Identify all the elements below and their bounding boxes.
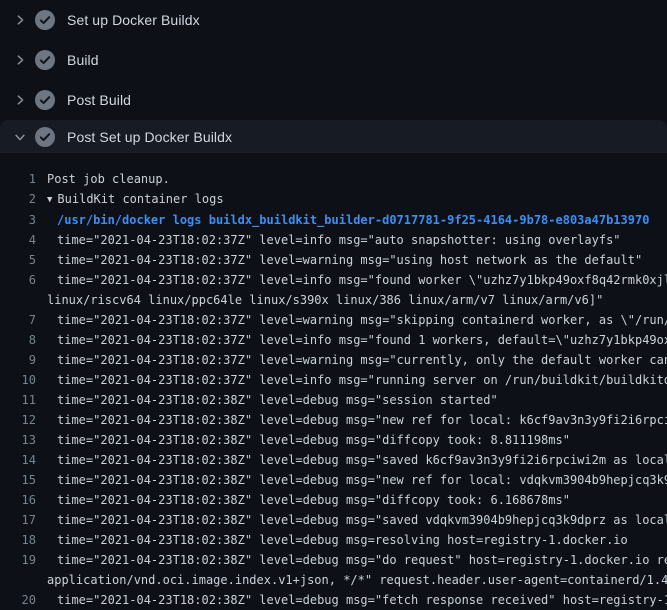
log-line: 16time="2021-04-23T18:02:38Z" level=debu… [0,490,667,510]
log-text: time="2021-04-23T18:02:37Z" level=info m… [47,370,667,390]
log-line: 4time="2021-04-23T18:02:37Z" level=info … [0,230,667,250]
log-line-number[interactable]: 9 [0,350,47,370]
log-line: 6time="2021-04-23T18:02:37Z" level=info … [0,270,667,290]
log-line: 17time="2021-04-23T18:02:38Z" level=debu… [0,510,667,530]
log-text: time="2021-04-23T18:02:38Z" level=debug … [47,450,667,470]
log-line: 10time="2021-04-23T18:02:37Z" level=info… [0,370,667,390]
log-text: time="2021-04-23T18:02:38Z" level=debug … [47,390,498,410]
steps-list: Set up Docker Buildx Build Post Build Po… [0,0,667,153]
log-text: time="2021-04-23T18:02:37Z" level=warnin… [47,350,667,370]
log-line: 8time="2021-04-23T18:02:37Z" level=info … [0,330,667,350]
log-line: application/vnd.oci.image.index.v1+json,… [0,570,667,590]
log-line: 2▼BuildKit container logs [0,189,667,210]
log-line: 19time="2021-04-23T18:02:38Z" level=debu… [0,550,667,570]
log-text: time="2021-04-23T18:02:37Z" level=info m… [47,230,621,250]
chevron-right-icon [12,53,28,67]
check-circle-icon [35,10,55,30]
log-line: 14time="2021-04-23T18:02:38Z" level=debu… [0,450,667,470]
log-text: time="2021-04-23T18:02:38Z" level=debug … [47,410,667,430]
log-line-number [0,570,47,590]
log-text: time="2021-04-23T18:02:37Z" level=info m… [47,270,667,290]
step-title: Build [67,52,99,68]
log-text: Post job cleanup. [47,169,170,189]
log-line-number[interactable]: 4 [0,230,47,250]
chevron-right-icon [12,93,28,107]
log-line: 7time="2021-04-23T18:02:37Z" level=warni… [0,310,667,330]
log-line: 5time="2021-04-23T18:02:37Z" level=warni… [0,250,667,270]
log-line-number[interactable]: 2 [0,189,47,210]
log-line: 15time="2021-04-23T18:02:38Z" level=debu… [0,470,667,490]
log-line-number[interactable]: 12 [0,410,47,430]
chevron-right-icon [12,13,28,27]
check-circle-icon [35,90,55,110]
check-circle-icon [35,127,55,147]
log-line: 18time="2021-04-23T18:02:38Z" level=debu… [0,530,667,550]
log-line: 20time="2021-04-23T18:02:38Z" level=debu… [0,590,667,610]
step-post-build[interactable]: Post Build [0,80,667,120]
log-text: linux/riscv64 linux/ppc64le linux/s390x … [47,290,603,310]
log-line: 12time="2021-04-23T18:02:38Z" level=debu… [0,410,667,430]
log-line: 13time="2021-04-23T18:02:38Z" level=debu… [0,430,667,450]
chevron-down-icon [12,130,28,144]
log-text: time="2021-04-23T18:02:38Z" level=debug … [47,590,667,610]
log-line-number[interactable]: 3 [0,210,47,230]
step-title: Set up Docker Buildx [67,12,200,28]
log-line-number[interactable]: 11 [0,390,47,410]
log-text: application/vnd.oci.image.index.v1+json,… [47,570,667,590]
log-text: time="2021-04-23T18:02:38Z" level=debug … [47,550,667,570]
log-text: time="2021-04-23T18:02:37Z" level=warnin… [47,250,642,270]
step-post-set-up-docker-buildx[interactable]: Post Set up Docker Buildx [0,120,667,153]
step-title: Post Set up Docker Buildx [67,129,232,145]
log-line-number[interactable]: 13 [0,430,47,450]
log-line: 1Post job cleanup. [0,169,667,189]
log-line-number[interactable]: 18 [0,530,47,550]
log-line-number[interactable]: 8 [0,330,47,350]
log-line-number[interactable]: 5 [0,250,47,270]
log-group-toggle[interactable]: ▼BuildKit container logs [47,189,224,210]
log-line-number[interactable]: 1 [0,169,47,189]
log-line-number[interactable]: 19 [0,550,47,570]
step-set-up-docker-buildx[interactable]: Set up Docker Buildx [0,0,667,40]
log-line-number[interactable]: 6 [0,270,47,290]
check-circle-icon [35,50,55,70]
log-line-number[interactable]: 10 [0,370,47,390]
log-text: time="2021-04-23T18:02:37Z" level=info m… [47,330,667,350]
log-text: time="2021-04-23T18:02:38Z" level=debug … [47,530,628,550]
log-line: 11time="2021-04-23T18:02:38Z" level=debu… [0,390,667,410]
log-text: time="2021-04-23T18:02:38Z" level=debug … [47,490,570,510]
log-command-text: /usr/bin/docker logs buildx_buildkit_bui… [47,210,649,230]
log-text: time="2021-04-23T18:02:38Z" level=debug … [47,510,667,530]
log-line: 9time="2021-04-23T18:02:37Z" level=warni… [0,350,667,370]
step-title: Post Build [67,92,131,108]
log-line-number[interactable]: 20 [0,590,47,610]
log-output: 1Post job cleanup.2▼BuildKit container l… [0,153,667,610]
step-build[interactable]: Build [0,40,667,80]
log-text: time="2021-04-23T18:02:37Z" level=warnin… [47,310,667,330]
log-line-number[interactable]: 7 [0,310,47,330]
log-line-number[interactable]: 17 [0,510,47,530]
log-line: 3/usr/bin/docker logs buildx_buildkit_bu… [0,210,667,230]
log-line-number[interactable]: 16 [0,490,47,510]
log-line-number[interactable]: 15 [0,470,47,490]
log-line-number [0,290,47,310]
log-text: time="2021-04-23T18:02:38Z" level=debug … [47,470,667,490]
group-expanded-triangle-icon: ▼ [47,190,52,210]
log-text: time="2021-04-23T18:02:38Z" level=debug … [47,430,570,450]
log-line-number[interactable]: 14 [0,450,47,470]
log-line: linux/riscv64 linux/ppc64le linux/s390x … [0,290,667,310]
